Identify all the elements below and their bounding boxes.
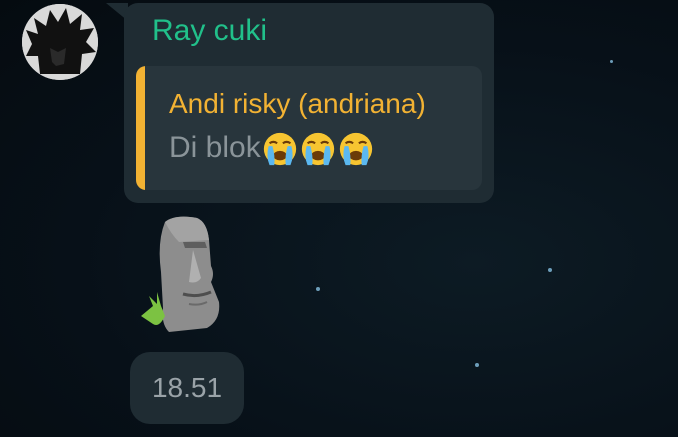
avatar[interactable]: [22, 4, 98, 80]
quoted-message[interactable]: Andi risky (andriana) Di blok: [136, 66, 482, 190]
background-star: [548, 268, 552, 272]
moai-icon[interactable]: [135, 212, 225, 334]
quoted-text: Di blok: [169, 130, 261, 164]
loudly-crying-face-icon: [261, 131, 299, 166]
loudly-crying-face-icon: [337, 131, 375, 166]
quoted-author: Andi risky (andriana): [169, 88, 426, 119]
quoted-text-line: Di blok: [169, 130, 375, 168]
sender-name[interactable]: Ray cuki: [152, 14, 267, 48]
background-star: [610, 60, 613, 63]
quote-accent-bar: [136, 66, 145, 190]
loudly-crying-face-icon: [299, 131, 337, 166]
message-time: 18.51: [151, 372, 223, 403]
background-star: [316, 287, 320, 291]
background-star: [475, 363, 479, 367]
avatar-image: [22, 4, 98, 80]
